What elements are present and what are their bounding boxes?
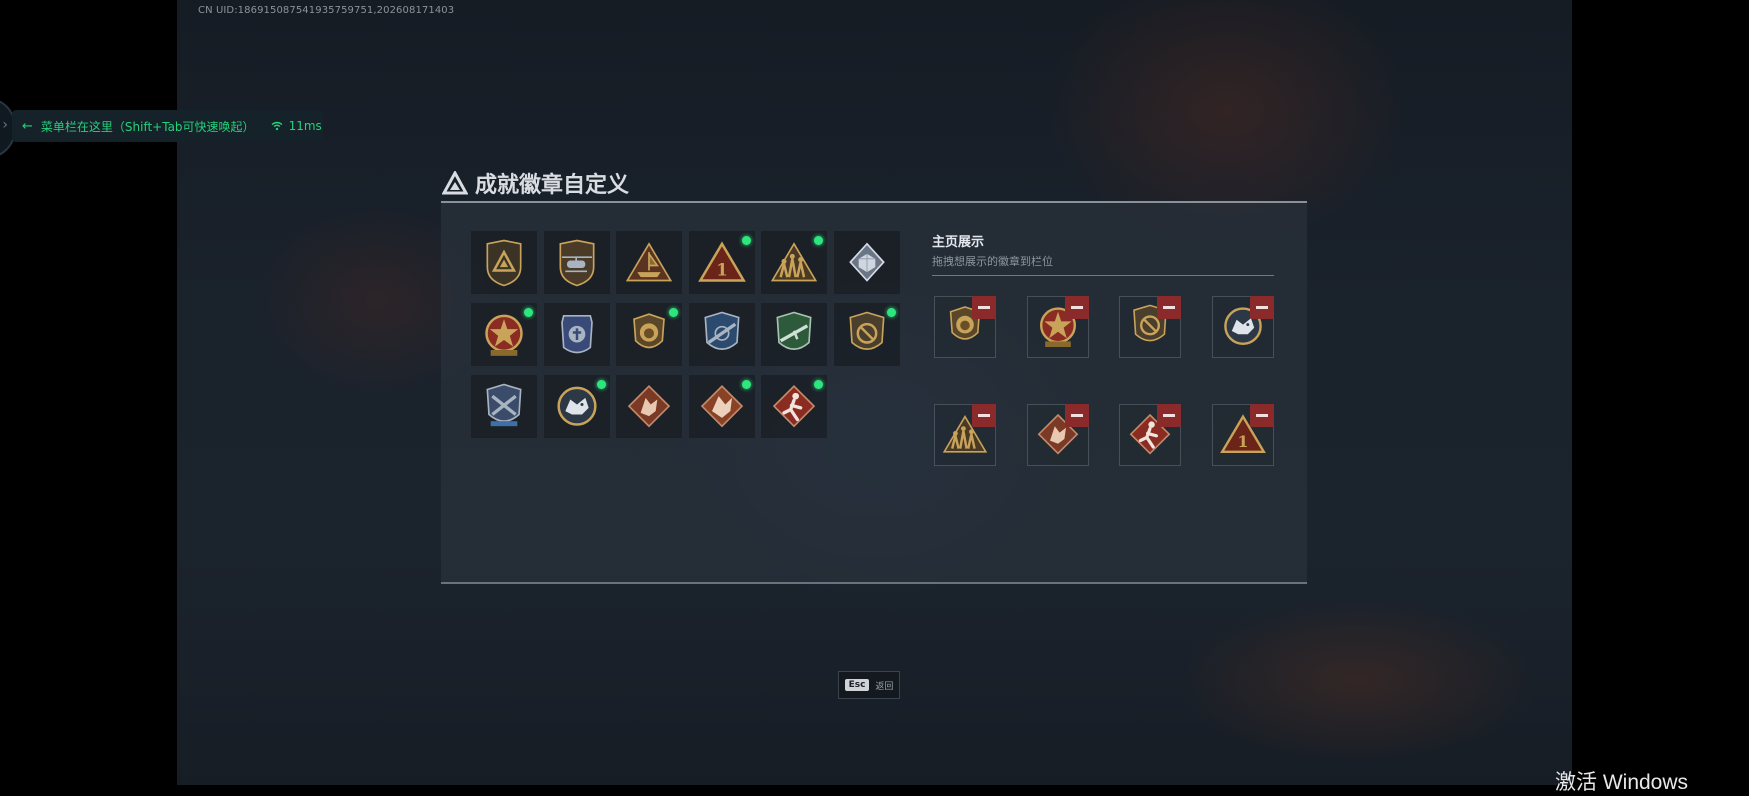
lion-shield-badge-icon (633, 312, 665, 348)
dragon-diamond-badge-2-icon (700, 384, 743, 427)
remove-badge-button[interactable] (1064, 404, 1089, 427)
showcase-slot[interactable]: 1 (1211, 404, 1274, 466)
remove-badge-button[interactable] (1157, 404, 1181, 427)
new-badge-indicator (524, 308, 533, 317)
svg-text:1: 1 (1237, 432, 1248, 451)
new-badge-indicator (886, 308, 896, 317)
uid-label: CN UID:186915087541935759751,20260817140… (198, 5, 455, 16)
badge-item[interactable] (543, 375, 610, 438)
showcase-header: 主页展示 拖拽想展示的徽章到栏位 (932, 231, 1274, 276)
wifi-icon (271, 121, 282, 131)
rifle-blue-shield-badge-icon (703, 311, 740, 350)
esc-key-cap: Esc (844, 679, 870, 691)
ping-value: 11ms (288, 119, 322, 133)
triangle-shield-badge-icon (486, 239, 522, 286)
back-button[interactable]: Esc 返回 (838, 671, 900, 699)
crossed-guns-shield-badge-icon (486, 383, 522, 426)
remove-badge-button[interactable] (1157, 296, 1181, 319)
showcase-slot[interactable] (1026, 296, 1089, 358)
brand-triangle-icon (442, 171, 468, 195)
new-badge-indicator (741, 236, 751, 245)
badge-item[interactable] (761, 303, 827, 366)
new-badge-indicator (741, 380, 751, 389)
soldiers-triangle-badge-icon (770, 241, 818, 281)
showcase-divider (932, 275, 1274, 276)
new-badge-indicator (669, 308, 678, 317)
windows-activation-watermark: 激活 Windows (1555, 771, 1689, 794)
dialog-title: 成就徽章自定义 (442, 167, 629, 199)
badge-item[interactable] (761, 231, 827, 294)
badge-item[interactable] (616, 375, 682, 438)
new-badge-indicator (596, 380, 606, 389)
badge-item[interactable] (688, 303, 755, 366)
crystal-cube-badge-icon (848, 242, 885, 282)
wolf-round-badge-icon (556, 386, 597, 426)
remove-badge-button[interactable] (972, 296, 996, 319)
badge-item[interactable] (471, 375, 537, 438)
no-sign-shield-badge-icon (848, 311, 885, 350)
showcase-slot[interactable] (934, 404, 996, 466)
badge-item[interactable] (761, 375, 827, 438)
ship-triangle-badge-icon (625, 241, 673, 281)
number-one-triangle-badge-icon: 1 (697, 240, 746, 282)
badge-item[interactable] (833, 231, 900, 294)
badge-item[interactable] (471, 303, 537, 366)
ping-indicator: 11ms (271, 119, 322, 133)
menu-hint-text: 菜单栏在这里（Shift+Tab可快速唤起） (40, 119, 255, 134)
badge-item[interactable] (543, 231, 610, 294)
back-label: 返回 (875, 681, 894, 692)
showcase-slot[interactable] (1119, 404, 1181, 466)
badge-item[interactable] (833, 303, 900, 366)
dragon-diamond-badge-icon (627, 384, 671, 427)
badge-item[interactable] (616, 303, 682, 366)
rifle-green-shield-badge-icon (776, 311, 812, 350)
badge-item[interactable]: 1 (688, 231, 755, 294)
remove-badge-button[interactable] (1249, 296, 1274, 319)
remove-badge-button[interactable] (1064, 296, 1089, 319)
badge-item[interactable] (543, 303, 610, 366)
showcase-title: 主页展示 (932, 235, 985, 250)
remove-badge-button[interactable] (972, 404, 996, 427)
star-medal-badge-icon (485, 314, 523, 356)
police-badge-icon (560, 314, 593, 353)
arrow-left-icon: ← (22, 118, 33, 134)
badge-item[interactable] (616, 231, 682, 294)
svg-text:1: 1 (716, 259, 728, 279)
showcase-slot[interactable] (1026, 404, 1089, 466)
menu-hint-bar[interactable]: ← 菜单栏在这里（Shift+Tab可快速唤起） 11ms (12, 110, 323, 142)
remove-badge-button[interactable] (1249, 404, 1274, 427)
dialog-title-text: 成就徽章自定义 (475, 173, 630, 198)
showcase-slot[interactable] (1119, 296, 1181, 358)
new-badge-indicator (814, 380, 823, 389)
helicopter-badge-icon (559, 239, 594, 286)
showcase-slot[interactable] (934, 296, 996, 358)
showcase-subtitle: 拖拽想展示的徽章到栏位 (932, 255, 1053, 268)
showcase-slot[interactable] (1211, 296, 1274, 358)
runner-diamond-badge-icon (772, 384, 816, 427)
badge-item[interactable] (471, 231, 537, 294)
badge-item[interactable] (688, 375, 755, 438)
new-badge-indicator (814, 236, 823, 245)
